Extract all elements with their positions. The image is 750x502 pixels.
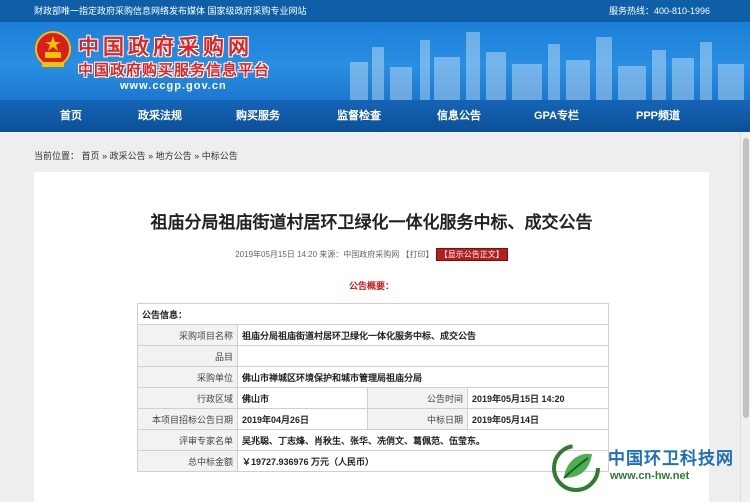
table-row: 评审专家名单 吴兆聪、丁志烽、肖秋生、张华、冼俏文、葛佩范、伍莹东。: [137, 429, 609, 451]
scrollbar-thumb[interactable]: [743, 138, 749, 418]
table-row: 行政区域 佛山市 公告时间 2019年05月15日 14:20: [137, 387, 609, 409]
table-value: 佛山市: [237, 387, 368, 409]
breadcrumb-procurement[interactable]: 政采公告: [110, 151, 146, 161]
service-hotline: 服务热线：400-810-1996: [608, 6, 710, 16]
table-label: 中标日期: [367, 408, 468, 430]
nav-item-regulations[interactable]: 政采法规: [138, 100, 182, 132]
national-emblem-icon: [35, 31, 71, 67]
table-value: 2019年05月15日 14:20: [467, 387, 609, 409]
nav-item-announcements[interactable]: 信息公告: [437, 100, 481, 132]
table-row: 公告信息：: [137, 303, 609, 325]
table-value: 2019年04月26日: [237, 408, 368, 430]
table-value: [237, 345, 609, 367]
site-url: www.ccgp.gov.cn: [120, 80, 227, 92]
article-title: 祖庙分局祖庙街道村居环卫绿化一体化服务中标、成交公告: [150, 213, 593, 232]
breadcrumb-separator: »: [148, 151, 154, 161]
table-value: 佛山市禅城区环境保护和城市管理局祖庙分局: [237, 366, 609, 388]
breadcrumb-award[interactable]: 中标公告: [202, 151, 238, 161]
breadcrumb-separator: »: [194, 151, 200, 161]
table-label: 采购项目名称: [137, 324, 238, 346]
site-logo-title: 中国政府采购网: [78, 34, 253, 59]
main-nav: 首页 政采法规 购买服务 监督检查 信息公告 GPA专栏 PPP频道: [0, 100, 750, 132]
nav-item-supervision[interactable]: 监督检查: [337, 100, 381, 132]
show-body-button[interactable]: 【显示公告正文】: [435, 248, 508, 261]
nav-item-ppp[interactable]: PPP频道: [636, 100, 680, 132]
table-row: 本项目招标公告日期 2019年04月26日 中标日期 2019年05月14日: [137, 408, 609, 430]
breadcrumb-separator: »: [102, 151, 108, 161]
table-label: 采购单位: [137, 366, 238, 388]
nav-item-gpa[interactable]: GPA专栏: [534, 100, 579, 132]
breadcrumb-prefix: 当前位置：: [34, 151, 80, 161]
table-section-header: 公告信息：: [137, 303, 609, 325]
city-skyline-icon: [350, 32, 744, 100]
table-label: 本项目招标公告日期: [137, 408, 238, 430]
watermark-title: 中国环卫科技网: [608, 449, 734, 468]
summary-heading: 公告概要：: [348, 281, 394, 291]
nav-item-purchase-services[interactable]: 购买服务: [236, 100, 280, 132]
announcement-info-table: 公告信息： 采购项目名称 祖庙分局祖庙街道村居环卫绿化一体化服务中标、成交公告 …: [137, 303, 609, 472]
watermark-url: www.cn-hw.net: [610, 470, 690, 482]
article-meta: 2019年05月15日 14:20 来源：中国政府采购网 【打印】 【显示公告正…: [34, 248, 709, 261]
site-logo-subtitle: 中国政府购买服务信息平台: [78, 62, 271, 79]
table-label: 评审专家名单: [137, 429, 238, 451]
top-bar: 财政部唯一指定政府采购信息网络发布媒体 国家级政府采购专业网站 服务热线：400…: [0, 0, 750, 22]
table-row: 总中标金额 ￥19727.936976 万元（人民币）: [137, 450, 609, 472]
watermark: 中国环卫科技网 www.cn-hw.net: [548, 440, 744, 496]
site-banner: 中国政府采购网 中国政府购买服务信息平台 www.ccgp.gov.cn: [0, 22, 750, 100]
table-label: 品目: [137, 345, 238, 367]
top-bar-slogan: 财政部唯一指定政府采购信息网络发布媒体 国家级政府采购专业网站: [34, 6, 307, 16]
nav-item-home[interactable]: 首页: [60, 100, 82, 132]
table-row: 采购项目名称 祖庙分局祖庙街道村居环卫绿化一体化服务中标、成交公告: [137, 324, 609, 346]
breadcrumb: 当前位置： 首页 » 政采公告 » 地方公告 » 中标公告: [34, 149, 238, 162]
table-label: 公告时间: [367, 387, 468, 409]
table-label: 总中标金额: [137, 450, 238, 472]
table-label: 行政区域: [137, 387, 238, 409]
leaf-logo-icon: [552, 444, 600, 492]
table-value: 祖庙分局祖庙街道村居环卫绿化一体化服务中标、成交公告: [237, 324, 609, 346]
table-value: 2019年05月14日: [467, 408, 609, 430]
article-meta-text: 2019年05月15日 14:20 来源：中国政府采购网 【打印】: [235, 250, 434, 259]
breadcrumb-local[interactable]: 地方公告: [156, 151, 192, 161]
table-row: 采购单位 佛山市禅城区环境保护和城市管理局祖庙分局: [137, 366, 609, 388]
breadcrumb-home[interactable]: 首页: [82, 151, 100, 161]
table-row: 品目: [137, 345, 609, 367]
